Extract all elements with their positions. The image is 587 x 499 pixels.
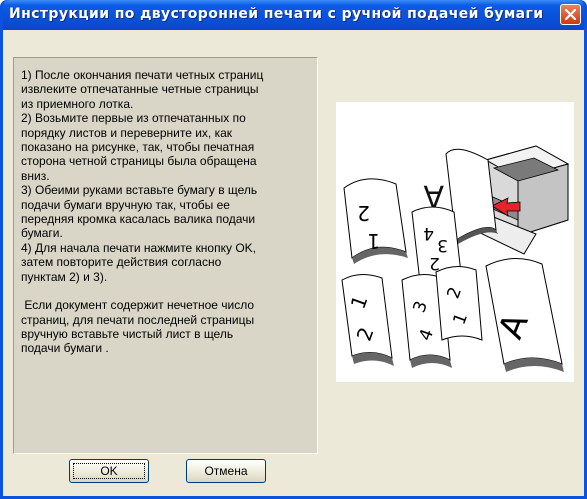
instructions-panel: 1) После окончания печати четных страниц… <box>13 57 318 454</box>
odd-pages-note: Если документ содержит нечетное число ст… <box>21 298 255 356</box>
duplex-illustration: A 2 1 4 3 2 1 2 3 4 2 1 A <box>336 102 574 382</box>
window-title: Инструкции по двусторонней печати с ручн… <box>9 6 544 22</box>
printer-duplex-illustration-icon: A 2 1 4 3 2 1 2 3 4 2 1 A <box>341 145 570 372</box>
dialog-window: Инструкции по двусторонней печати с ручн… <box>0 0 587 499</box>
instruction-step-4: 4) Для начала печати нажмите кнопку OK, … <box>21 240 256 284</box>
cancel-button[interactable]: Отмена <box>186 459 266 483</box>
svg-text:1: 1 <box>367 229 380 253</box>
stack-1: 2 1 <box>343 178 408 264</box>
svg-text:2: 2 <box>357 201 370 225</box>
cancel-button-label: Отмена <box>204 464 248 478</box>
stack-4: 3 4 2 1 <box>401 266 483 368</box>
instruction-step-1: 1) После окончания печати четных страниц… <box>21 68 264 111</box>
instruction-step-3: 3) Обеими руками вставьте бумагу в щель … <box>21 183 258 241</box>
focus-rectangle <box>73 463 145 479</box>
title-bar[interactable]: Инструкции по двусторонней печати с ручн… <box>3 0 584 30</box>
stack-3: 1 2 <box>341 274 394 366</box>
dialog-body: 1) После окончания печати четных страниц… <box>3 30 584 496</box>
stack-5: A <box>485 258 564 372</box>
svg-text:3: 3 <box>437 235 448 255</box>
ok-button[interactable]: OK <box>69 459 149 483</box>
svg-text:2: 2 <box>429 253 440 273</box>
close-button[interactable] <box>560 4 581 25</box>
svg-text:4: 4 <box>423 223 434 243</box>
instruction-step-2: 2) Возьмите первые из отпечатанных по по… <box>21 111 257 183</box>
close-icon <box>565 9 576 20</box>
